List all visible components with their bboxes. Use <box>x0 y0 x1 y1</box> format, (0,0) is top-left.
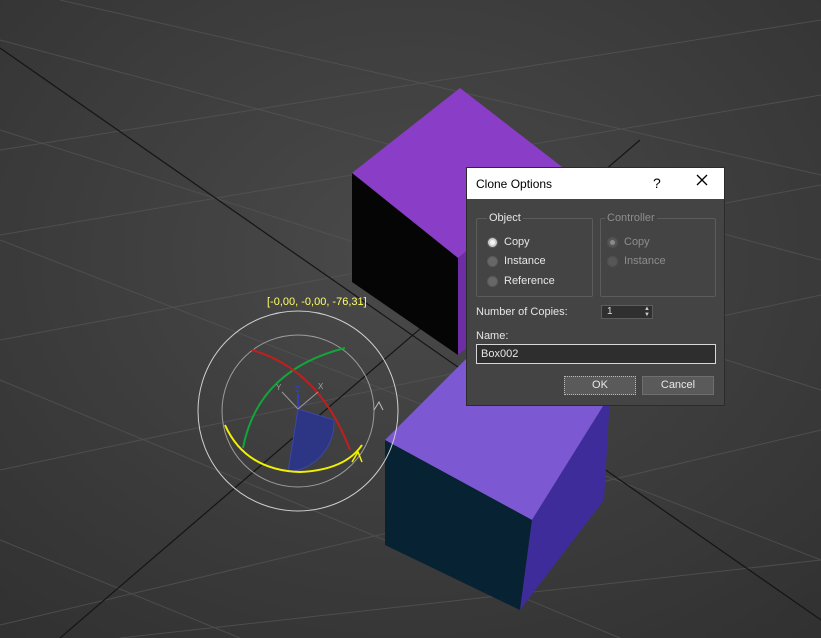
radio-instance-label: Instance <box>504 255 546 267</box>
controller-group-label: Controller <box>605 212 657 224</box>
radio-copy-label: Copy <box>504 236 530 248</box>
dialog-titlebar[interactable]: Clone Options ? <box>467 168 724 199</box>
dialog-title: Clone Options <box>476 177 553 191</box>
radio-controller-instance-label: Instance <box>624 255 666 267</box>
object-group-label: Object <box>487 212 523 224</box>
spinner-arrows-icon[interactable]: ▲ ▼ <box>644 306 650 318</box>
radio-reference-button[interactable] <box>487 276 498 287</box>
number-of-copies-label: Number of Copies: <box>476 306 568 318</box>
gizmo-y-label: Y <box>276 383 282 392</box>
number-of-copies-spinner[interactable]: 1 ▲ ▼ <box>601 305 653 319</box>
help-icon[interactable]: ? <box>653 175 661 191</box>
gizmo-x-label: X <box>318 382 324 391</box>
radio-controller-copy-button <box>607 237 618 248</box>
radio-controller-copy-label: Copy <box>624 236 650 248</box>
name-input[interactable] <box>476 344 716 364</box>
gizmo-z-label: Z <box>295 385 300 394</box>
controller-group: Controller Copy Instance <box>600 212 716 297</box>
radio-instance-button[interactable] <box>487 256 498 267</box>
ok-button[interactable]: OK <box>564 376 636 395</box>
radio-copy[interactable]: Copy <box>487 235 587 251</box>
object-group: Object Copy Instance Reference <box>476 212 593 297</box>
cancel-button[interactable]: Cancel <box>642 376 714 395</box>
radio-controller-copy: Copy <box>607 235 707 251</box>
radio-controller-instance-button <box>607 256 618 267</box>
radio-reference[interactable]: Reference <box>487 274 587 290</box>
clone-options-dialog: Clone Options ? Object Copy Instance Ref… <box>466 167 725 406</box>
radio-instance[interactable]: Instance <box>487 254 587 270</box>
radio-reference-label: Reference <box>504 275 555 287</box>
radio-controller-instance: Instance <box>607 254 707 270</box>
radio-copy-button[interactable] <box>487 237 498 248</box>
name-label: Name: <box>476 330 509 342</box>
coordinate-readout: [-0,00, -0,00, -76,31] <box>267 296 367 308</box>
number-of-copies-value[interactable]: 1 <box>607 306 613 317</box>
close-icon[interactable] <box>695 173 709 187</box>
